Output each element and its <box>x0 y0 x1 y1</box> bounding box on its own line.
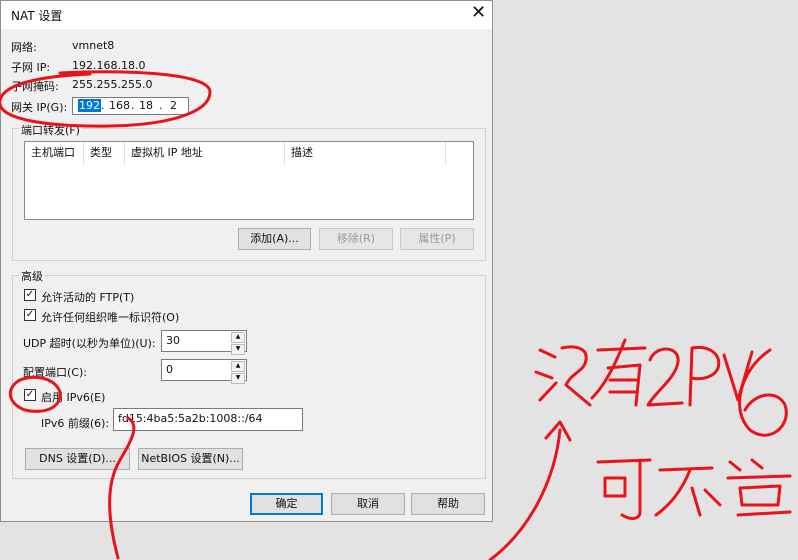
spin-up-icon[interactable]: ▲ <box>231 361 245 372</box>
char-mei-stroke <box>534 345 592 407</box>
char-2-stroke <box>646 347 684 407</box>
gateway-octet-3[interactable]: 18 <box>139 99 153 112</box>
spin-down-icon[interactable]: ▼ <box>231 373 245 384</box>
udp-timeout-value[interactable]: 30 <box>166 334 180 347</box>
udp-timeout-label: UDP 超时(以秒为单位)(U): <box>23 337 156 350</box>
spin-down-icon[interactable]: ▼ <box>231 344 245 355</box>
nat-settings-dialog: NAT 设置 ✕ 网络: vmnet8 子网 IP: 192.168.18.0 … <box>0 0 493 522</box>
remove-button[interactable]: 移除(R) <box>319 228 393 250</box>
cancel-button[interactable]: 取消 <box>331 493 405 515</box>
dns-settings-button[interactable]: DNS 设置(D)... <box>25 448 130 470</box>
port-forwarding-list[interactable]: 主机端口 类型 虚拟机 IP 地址 描述 <box>24 141 474 220</box>
port-forwarding-label: 端口转发(F) <box>19 122 82 138</box>
char-you-stroke <box>590 338 647 407</box>
allow-active-ftp-label[interactable]: 允许活动的 FTP(T) <box>41 289 134 305</box>
allow-any-oui-label[interactable]: 允许任何组织唯一标识符(O) <box>41 309 179 325</box>
gateway-ip-input[interactable]: 192 . 168 . 18 . 2 <box>72 97 189 115</box>
gateway-octet-4[interactable]: 2 <box>170 99 177 112</box>
config-port-stepper[interactable]: 0 ▲ ▼ <box>161 359 247 384</box>
subnet-mask-row: 子网掩码: 255.255.255.0 <box>11 78 152 94</box>
add-button[interactable]: 添加(A)... <box>238 228 311 250</box>
config-port-label: 配置端口(C): <box>23 366 87 379</box>
column-vm-ip[interactable]: 虚拟机 IP 地址 <box>125 142 285 164</box>
char-bu-stroke <box>654 466 722 517</box>
allow-active-ftp-checkbox[interactable]: ✓ <box>24 289 36 301</box>
subnet-mask-value: 255.255.255.0 <box>72 78 153 91</box>
gateway-row: 网关 IP(G): <box>11 99 67 115</box>
advanced-label: 高级 <box>19 268 45 284</box>
gateway-dot: . <box>131 99 135 112</box>
config-port-value[interactable]: 0 <box>166 363 173 376</box>
arrow-stroke <box>488 428 562 560</box>
netbios-settings-button[interactable]: NetBIOS 设置(N)... <box>138 448 243 470</box>
char-v-stroke <box>722 350 754 402</box>
subnet-ip-value: 192.168.18.0 <box>72 59 146 72</box>
close-icon[interactable]: ✕ <box>471 4 486 22</box>
ipv6-prefix-input[interactable]: fd15:4ba5:5a2b:1008::/64 <box>113 408 303 431</box>
char-p-stroke <box>688 345 721 407</box>
title-bar: NAT 设置 ✕ <box>1 1 492 29</box>
allow-any-oui-checkbox[interactable]: ✓ <box>24 309 36 321</box>
subnet-mask-label: 子网掩码: <box>11 80 59 93</box>
network-label: 网络: <box>11 41 37 54</box>
column-type[interactable]: 类型 <box>84 142 125 164</box>
char-guan-stroke <box>726 458 792 517</box>
ipv6-prefix-label: IPv6 前缀(6): <box>41 417 110 430</box>
help-button[interactable]: 帮助 <box>411 493 485 515</box>
subnet-ip-row: 子网 IP: 192.168.18.0 <box>11 59 145 75</box>
udp-timeout-stepper[interactable]: 30 ▲ ▼ <box>161 330 247 355</box>
config-port-arrows[interactable]: ▲ ▼ <box>230 360 246 384</box>
column-description[interactable]: 描述 <box>285 142 446 164</box>
arrow-head-stroke <box>544 420 572 442</box>
gateway-octet-2[interactable]: 168 <box>109 99 130 112</box>
spin-up-icon[interactable]: ▲ <box>231 332 245 343</box>
char-ke-stroke <box>596 458 652 520</box>
gateway-label: 网关 IP(G): <box>11 101 68 114</box>
gateway-dot: . <box>101 99 105 112</box>
properties-button[interactable]: 属性(P) <box>400 228 474 250</box>
gateway-dot: . <box>159 99 163 112</box>
column-host-port[interactable]: 主机端口 <box>25 142 84 164</box>
network-row: 网络: vmnet8 <box>11 39 114 55</box>
char-6-stroke <box>738 348 788 437</box>
udp-timeout-arrows[interactable]: ▲ ▼ <box>230 331 246 355</box>
enable-ipv6-checkbox[interactable]: ✓ <box>24 389 36 401</box>
subnet-ip-label: 子网 IP: <box>11 61 51 74</box>
window-title: NAT 设置 <box>11 9 63 23</box>
ok-button[interactable]: 确定 <box>250 493 323 515</box>
gateway-octet-1[interactable]: 192 <box>78 99 101 112</box>
network-value: vmnet8 <box>72 39 115 52</box>
enable-ipv6-label[interactable]: 启用 IPv6(E) <box>41 389 105 405</box>
